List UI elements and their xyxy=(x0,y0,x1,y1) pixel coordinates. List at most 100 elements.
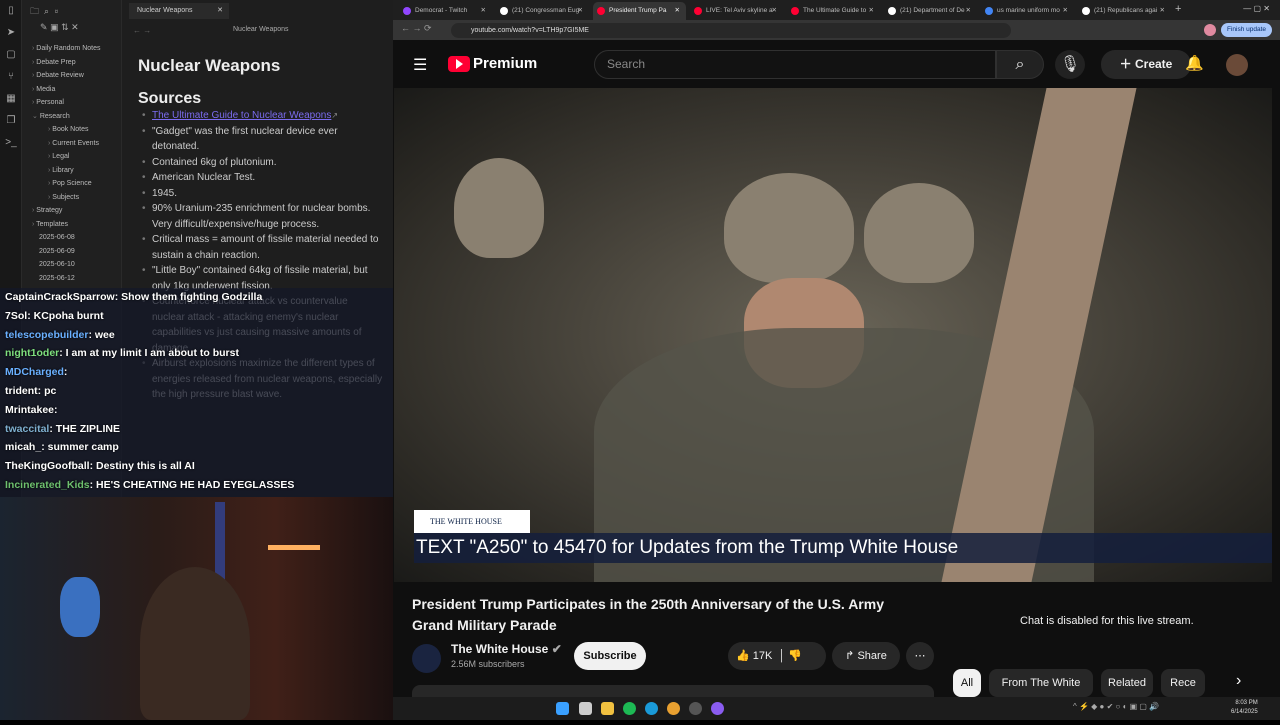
channel-name[interactable]: The White House ✔ xyxy=(451,642,562,656)
favicon-icon xyxy=(888,7,896,15)
close-tab-icon[interactable]: ✕ xyxy=(1160,2,1165,20)
sidebar-toggle-icon[interactable]: ▯ xyxy=(0,0,22,22)
finish-update-button[interactable]: Finish update xyxy=(1220,23,1272,37)
close-tab-icon[interactable]: ✕ xyxy=(869,2,874,20)
tab-nuclear-weapons[interactable]: Nuclear Weapons ✕ xyxy=(129,3,229,19)
video-player[interactable]: THE WHITE HOUSE TEXT "A250" to 45470 for… xyxy=(394,88,1272,582)
graph-icon[interactable]: ⑂ xyxy=(0,66,22,88)
clock[interactable]: 8:03 PM 6/14/2025 xyxy=(1231,699,1258,717)
tree-item[interactable]: › Library xyxy=(22,164,121,178)
menu-icon[interactable]: ☰ xyxy=(413,55,427,75)
tree-item-label: Current Events xyxy=(52,139,99,147)
chevron-right-icon[interactable]: › xyxy=(1236,672,1241,690)
source-link[interactable]: The Ultimate Guide to Nuclear Weapons xyxy=(152,110,331,121)
chat-message: MDCharged: xyxy=(0,363,393,382)
obs-icon[interactable] xyxy=(689,702,702,715)
youtube-page: ☰ Premium Search ⌕ 🎙 ＋ Create 🔔 THE WHIT… xyxy=(393,40,1280,720)
tree-item[interactable]: ⌄ Research xyxy=(22,110,121,124)
terminal-icon[interactable]: >_ xyxy=(0,132,22,154)
canvas-icon[interactable]: ▦ xyxy=(0,88,22,110)
tab-label: (21) Congressman Eug xyxy=(512,7,580,14)
tree-item[interactable]: › Debate Review xyxy=(22,69,121,83)
notifications-bell-icon[interactable]: 🔔 xyxy=(1185,54,1204,72)
address-bar[interactable]: youtube.com/watch?v=LTH9p7GI5ME xyxy=(451,23,1011,38)
window-controls[interactable]: — ▢ ✕ xyxy=(1243,4,1270,13)
chip-from-the-white-house[interactable]: From The White House xyxy=(989,669,1093,717)
browser-tab[interactable]: us marine uniform mo ✕ xyxy=(981,2,1074,20)
account-avatar[interactable] xyxy=(1226,54,1248,76)
browser-tab[interactable]: President Trump Pa ✕ xyxy=(593,2,686,20)
youtube-logo-icon[interactable] xyxy=(448,56,470,72)
bookmark-icon[interactable]: ⌑ xyxy=(54,6,59,16)
profile-avatar[interactable] xyxy=(1204,24,1216,36)
like-button[interactable]: 👍 17K xyxy=(736,650,772,662)
tree-item[interactable]: › Legal xyxy=(22,150,121,164)
browser-tab[interactable]: Democrat - Twitch ✕ xyxy=(399,2,492,20)
collapse-icon[interactable]: ✕ xyxy=(71,22,79,32)
share-button[interactable]: ↱ Share xyxy=(832,642,900,670)
browser-tab[interactable]: LIVE: Tel Aviv skyline a ✕ xyxy=(690,2,783,20)
sort-icon[interactable]: ⇅ xyxy=(61,22,69,32)
close-tab-icon[interactable]: ✕ xyxy=(772,2,777,20)
browser-tab[interactable]: (21) Congressman Eug ✕ xyxy=(496,2,589,20)
tree-item[interactable]: 2025-06-09 xyxy=(22,245,121,259)
task-view-icon[interactable] xyxy=(579,702,592,715)
browser-tab[interactable]: The Ultimate Guide to ✕ xyxy=(787,2,880,20)
close-icon[interactable]: ✕ xyxy=(217,3,223,19)
system-tray-icons[interactable]: ^ ⚡ ◆ ● ✔ ○ ◐ ▣ ▢ 🔊 xyxy=(1073,702,1159,711)
chip-rece[interactable]: Rece xyxy=(1161,669,1205,697)
send-icon[interactable]: ➤ xyxy=(0,22,22,44)
tree-item[interactable]: › Strategy xyxy=(22,204,121,218)
tree-item[interactable]: › Templates xyxy=(22,218,121,232)
tree-item[interactable]: › Media xyxy=(22,83,121,97)
obsidian-icon[interactable] xyxy=(711,702,724,715)
new-note-icon[interactable]: ✎ xyxy=(40,22,48,32)
tree-item-label: 2025-06-08 xyxy=(39,234,75,241)
search-icon[interactable]: ⌕ xyxy=(44,6,49,16)
edge-icon[interactable] xyxy=(645,702,658,715)
close-tab-icon[interactable]: ✕ xyxy=(675,2,680,20)
back-forward-reload-icon[interactable]: ← → ⟳ xyxy=(401,23,432,34)
browser-tab[interactable]: (21) Republicans agai ✕ xyxy=(1078,2,1171,20)
subscribe-button[interactable]: Subscribe xyxy=(574,642,646,670)
dislike-button[interactable]: 👎 xyxy=(788,650,802,662)
file-icon[interactable]: ▢ xyxy=(0,44,22,66)
browser-tab[interactable]: (21) Department of De ✕ xyxy=(884,2,977,20)
chrome-icon[interactable] xyxy=(667,702,680,715)
tree-item[interactable]: › Daily Random Notes xyxy=(22,42,121,56)
close-tab-icon[interactable]: ✕ xyxy=(481,2,486,20)
search-button[interactable]: ⌕ xyxy=(996,50,1044,79)
voice-search-icon[interactable]: 🎙 xyxy=(1055,50,1085,79)
start-icon[interactable] xyxy=(556,702,569,715)
tree-item[interactable]: › Subjects xyxy=(22,191,121,205)
folder-icon[interactable]: 🗀 xyxy=(30,6,39,16)
tree-item[interactable]: › Current Events xyxy=(22,137,121,151)
more-actions-button[interactable]: ⋯ xyxy=(906,642,934,670)
tree-item[interactable]: › Pop Science xyxy=(22,177,121,191)
copy-icon[interactable]: ❐ xyxy=(0,110,22,132)
chip-all[interactable]: All xyxy=(953,669,981,697)
spotify-icon[interactable] xyxy=(623,702,636,715)
tree-item[interactable]: › Debate Prep xyxy=(22,56,121,70)
video-banner-text: TEXT "A250" to 45470 for Updates from th… xyxy=(414,533,1272,563)
search-input[interactable]: Search xyxy=(594,50,996,79)
tree-item[interactable]: 2025-06-10 xyxy=(22,258,121,272)
tab-label: us marine uniform mo xyxy=(997,7,1060,14)
new-folder-icon[interactable]: ▣ xyxy=(50,22,59,32)
new-tab-icon[interactable]: + xyxy=(1175,3,1181,15)
youtube-premium-logo[interactable]: Premium xyxy=(473,55,537,72)
close-tab-icon[interactable]: ✕ xyxy=(966,2,971,20)
channel-avatar[interactable] xyxy=(412,644,441,673)
file-explorer-icon[interactable] xyxy=(601,702,614,715)
tree-item-label: Media xyxy=(36,85,56,93)
close-tab-icon[interactable]: ✕ xyxy=(578,2,583,20)
close-tab-icon[interactable]: ✕ xyxy=(1063,2,1068,20)
tree-item[interactable]: 2025-06-12 xyxy=(22,272,121,286)
tree-item[interactable]: › Personal xyxy=(22,96,121,110)
tree-item[interactable]: 2025-06-08 xyxy=(22,231,121,245)
chip-related[interactable]: Related xyxy=(1101,669,1153,697)
soldier-helmet xyxy=(724,173,854,283)
nav-arrows-icon[interactable]: ← → xyxy=(133,26,151,35)
create-button[interactable]: ＋ Create xyxy=(1101,50,1191,79)
tree-item[interactable]: › Book Notes xyxy=(22,123,121,137)
